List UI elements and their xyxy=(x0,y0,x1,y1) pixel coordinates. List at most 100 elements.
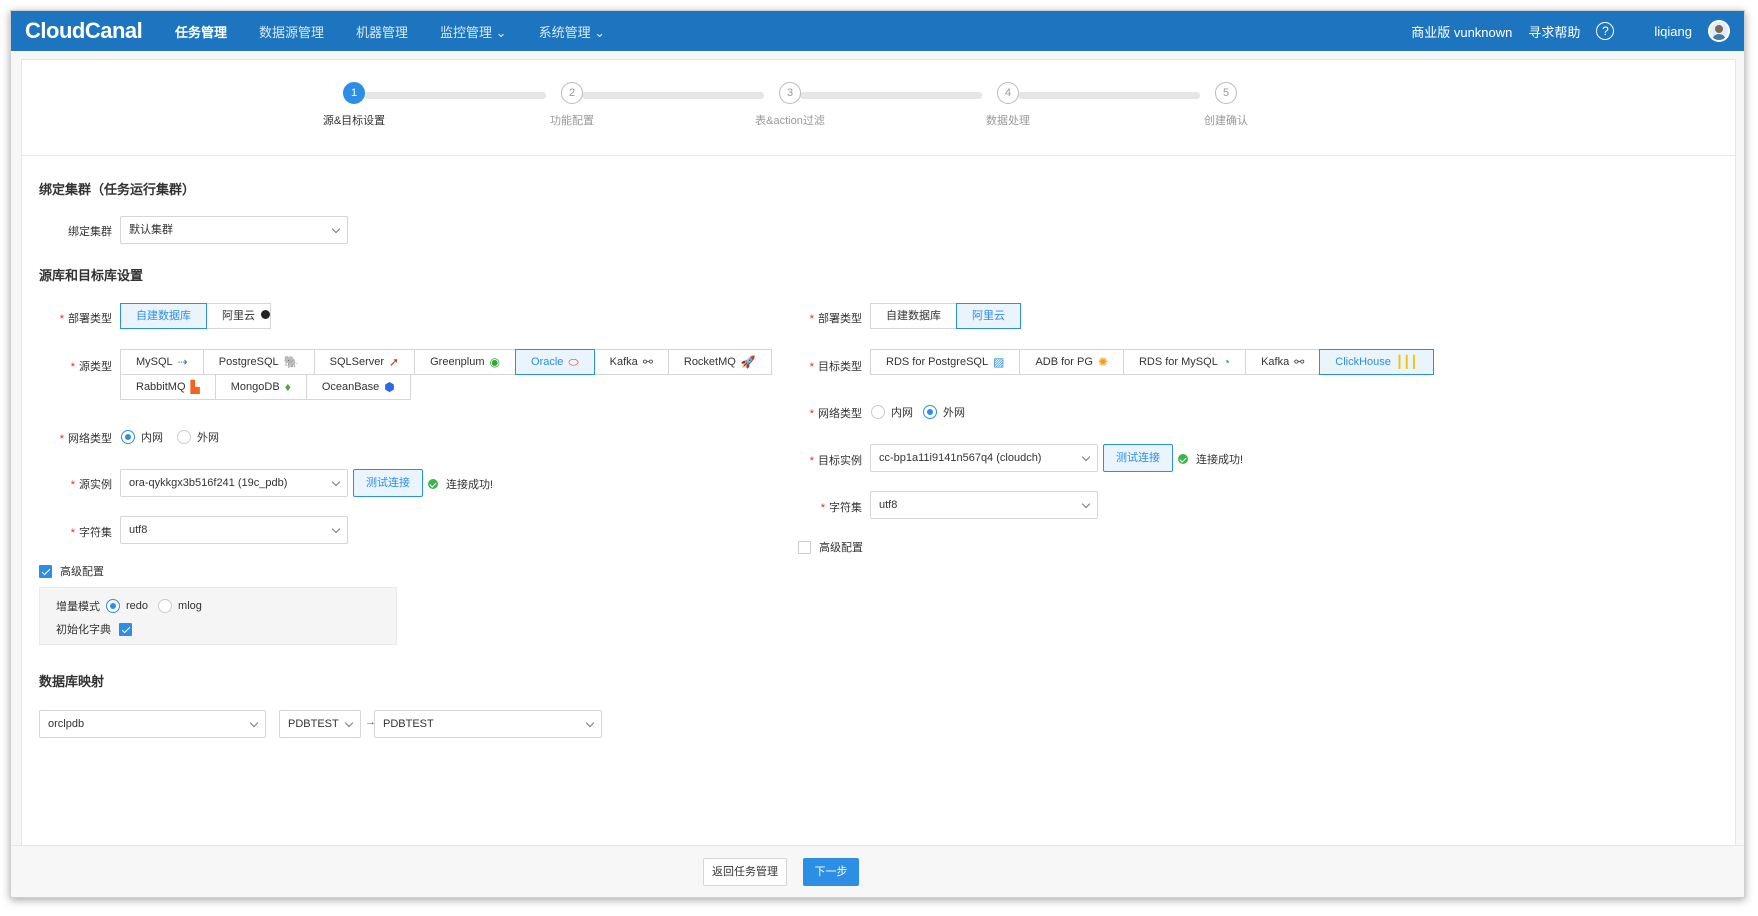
check-circle-icon xyxy=(1178,454,1188,464)
avatar[interactable] xyxy=(1708,20,1730,42)
target-deploy-aliyun[interactable]: 阿里云 xyxy=(956,303,1021,329)
mapping-source-schema-select[interactable]: PDBTEST xyxy=(279,710,361,738)
db-section-title: 源库和目标库设置 xyxy=(39,268,144,283)
nav-item-system[interactable]: 系统管理 ⌄ xyxy=(539,22,606,41)
source-charset-select[interactable]: utf8 xyxy=(120,516,348,544)
cluster-label: 绑定集群 xyxy=(68,226,112,238)
user-name[interactable]: liqiang xyxy=(1654,24,1692,39)
target-deploy-self[interactable]: 自建数据库 xyxy=(870,303,957,329)
chevron-down-icon xyxy=(331,224,341,234)
target-type-clickhouse[interactable]: ClickHouse ┃┃┃ xyxy=(1319,349,1434,375)
source-advanced-toggle[interactable]: 高级配置 xyxy=(39,563,104,579)
source-type-row1: MySQL ⇢ PostgreSQL 🐘 SQLServer ➚ Greenplum ◉… xyxy=(120,349,772,375)
init-dict-row: 初始化字典 xyxy=(56,621,132,637)
target-type-kafka[interactable]: Kafka ⚯ xyxy=(1245,349,1321,375)
cluster-select[interactable]: 默认集群 xyxy=(120,216,348,244)
source-deploy-self[interactable]: 自建数据库 xyxy=(120,303,207,329)
target-type-label: * 目标类型 xyxy=(809,361,862,373)
help-icon[interactable]: ? xyxy=(1596,22,1615,40)
top-nav: CloudCanal 任务管理 数据源管理 机器管理 监控管理 ⌄ 系统管理 ⌄… xyxy=(11,11,1744,51)
step-number: 3 xyxy=(779,82,801,104)
target-connection-status: 连接成功! xyxy=(1178,451,1243,467)
chevron-down-icon xyxy=(344,718,354,728)
source-network-group: 内网 外网 xyxy=(121,429,219,445)
incr-mode-redo-radio[interactable] xyxy=(106,599,120,613)
target-instance-select[interactable]: cc-bp1a11i9141n567q4 (cloudch) xyxy=(870,444,1098,472)
target-status-text: 连接成功! xyxy=(1196,454,1244,466)
source-type-sqlserver[interactable]: SQLServer ➚ xyxy=(313,349,416,375)
target-network-internet-radio[interactable] xyxy=(923,405,937,419)
nav-item-monitor[interactable]: 监控管理 ⌄ xyxy=(440,22,507,41)
target-type-adb-pg[interactable]: ADB for PG ✺ xyxy=(1019,349,1124,375)
target-type-rds-pg[interactable]: RDS for PostgreSQL ▨ xyxy=(870,349,1021,375)
source-type-mongodb[interactable]: MongoDB ♦ xyxy=(214,374,307,400)
incr-mode-row: 增量模式 redo mlog xyxy=(56,598,202,614)
step-number: 2 xyxy=(561,82,583,104)
source-type-rocketmq[interactable]: RocketMQ 🚀 xyxy=(667,349,772,375)
source-instance-select[interactable]: ora-qykkgx3b516f241 (19c_pdb) xyxy=(120,469,348,497)
source-connection-status: 连接成功! xyxy=(428,476,493,492)
source-type-greenplum[interactable]: Greenplum ◉ xyxy=(414,349,517,375)
mapping-target-db-select[interactable]: PDBTEST xyxy=(374,710,602,738)
source-charset-label: * 字符集 xyxy=(70,527,112,539)
source-type-oceanbase[interactable]: OceanBase ⬢ xyxy=(305,374,411,400)
target-test-connection-button[interactable]: 测试连接 xyxy=(1103,444,1173,472)
mapping-source-schema-value: PDBTEST xyxy=(288,718,339,730)
source-type-oracle[interactable]: Oracle ⬭ xyxy=(515,349,595,375)
source-type-postgresql[interactable]: PostgreSQL 🐘 xyxy=(202,349,315,375)
nav-item-datasource[interactable]: 数据源管理 xyxy=(259,22,324,41)
init-dict-label: 初始化字典 xyxy=(56,624,111,636)
nav-item-task[interactable]: 任务管理 xyxy=(175,22,227,41)
nav-item-machine[interactable]: 机器管理 xyxy=(356,22,408,41)
info-icon[interactable] xyxy=(261,310,270,319)
back-to-tasks-button[interactable]: 返回任务管理 xyxy=(703,858,787,886)
rds-pg-icon: ▨ xyxy=(993,355,1005,369)
step-label: 源&目标设置 xyxy=(322,115,386,127)
next-step-button[interactable]: 下一步 xyxy=(803,858,859,886)
source-deploy-group: 自建数据库 阿里云 xyxy=(120,303,271,329)
init-dict-checkbox[interactable] xyxy=(119,622,132,636)
target-deploy-group: 自建数据库 阿里云 xyxy=(870,303,1021,329)
target-network-group: 内网 外网 xyxy=(871,404,965,420)
source-type-label: * 源类型 xyxy=(70,361,112,373)
cluster-value: 默认集群 xyxy=(129,224,173,236)
source-deploy-label: * 部署类型 xyxy=(59,313,112,325)
step-1: 1 源&目标设置 xyxy=(304,82,404,128)
mysql-icon: ⇢ xyxy=(177,355,188,369)
target-network-intranet-radio[interactable] xyxy=(871,405,885,419)
main-content: 1 源&目标设置 2 功能配置 3 表&action过滤 4 数据处理 5 创建… xyxy=(21,59,1736,847)
source-network-internet-radio[interactable] xyxy=(177,430,191,444)
source-type-row2: RabbitMQ ▙ MongoDB ♦ OceanBase ⬢ xyxy=(120,374,411,400)
sqlserver-icon: ➚ xyxy=(389,355,400,369)
source-test-connection-button[interactable]: 测试连接 xyxy=(353,469,423,497)
source-type-rabbitmq[interactable]: RabbitMQ ▙ xyxy=(120,374,216,400)
rocket-icon: 🚀 xyxy=(740,355,756,369)
target-charset-select[interactable]: utf8 xyxy=(870,491,1098,519)
step-number: 5 xyxy=(1215,82,1237,104)
target-instance-label: * 目标实例 xyxy=(809,455,862,467)
source-advanced-checkbox[interactable] xyxy=(39,564,52,578)
source-instance-label: * 源实例 xyxy=(70,479,112,491)
greenplum-icon: ◉ xyxy=(489,355,501,369)
target-advanced-checkbox[interactable] xyxy=(798,540,811,554)
incr-mode-redo-label: redo xyxy=(126,600,149,612)
source-type-kafka[interactable]: Kafka ⚯ xyxy=(593,349,669,375)
target-network-internet-label: 外网 xyxy=(943,407,965,419)
kafka-icon: ⚯ xyxy=(1294,355,1305,369)
chevron-down-icon xyxy=(331,477,341,487)
target-network-label: * 网络类型 xyxy=(809,408,862,420)
mapping-source-db-select[interactable]: orclpdb xyxy=(39,710,266,738)
elephant-icon: 🐘 xyxy=(283,355,299,369)
target-type-rds-mysql[interactable]: RDS for MySQL ◔ xyxy=(1122,349,1247,375)
step-label: 表&action过滤 xyxy=(755,115,825,127)
source-type-mysql[interactable]: MySQL ⇢ xyxy=(120,349,204,375)
source-network-intranet-radio[interactable] xyxy=(121,430,135,444)
incr-mode-mlog-radio[interactable] xyxy=(158,599,173,613)
help-link[interactable]: 寻求帮助 xyxy=(1528,22,1580,41)
target-advanced-toggle[interactable]: 高级配置 xyxy=(798,539,863,555)
mapping-section-title: 数据库映射 xyxy=(39,674,105,689)
target-charset-value: utf8 xyxy=(879,499,898,511)
chevron-down-icon xyxy=(331,524,341,534)
source-status-text: 连接成功! xyxy=(446,479,494,491)
step-2: 2 功能配置 xyxy=(522,82,622,128)
